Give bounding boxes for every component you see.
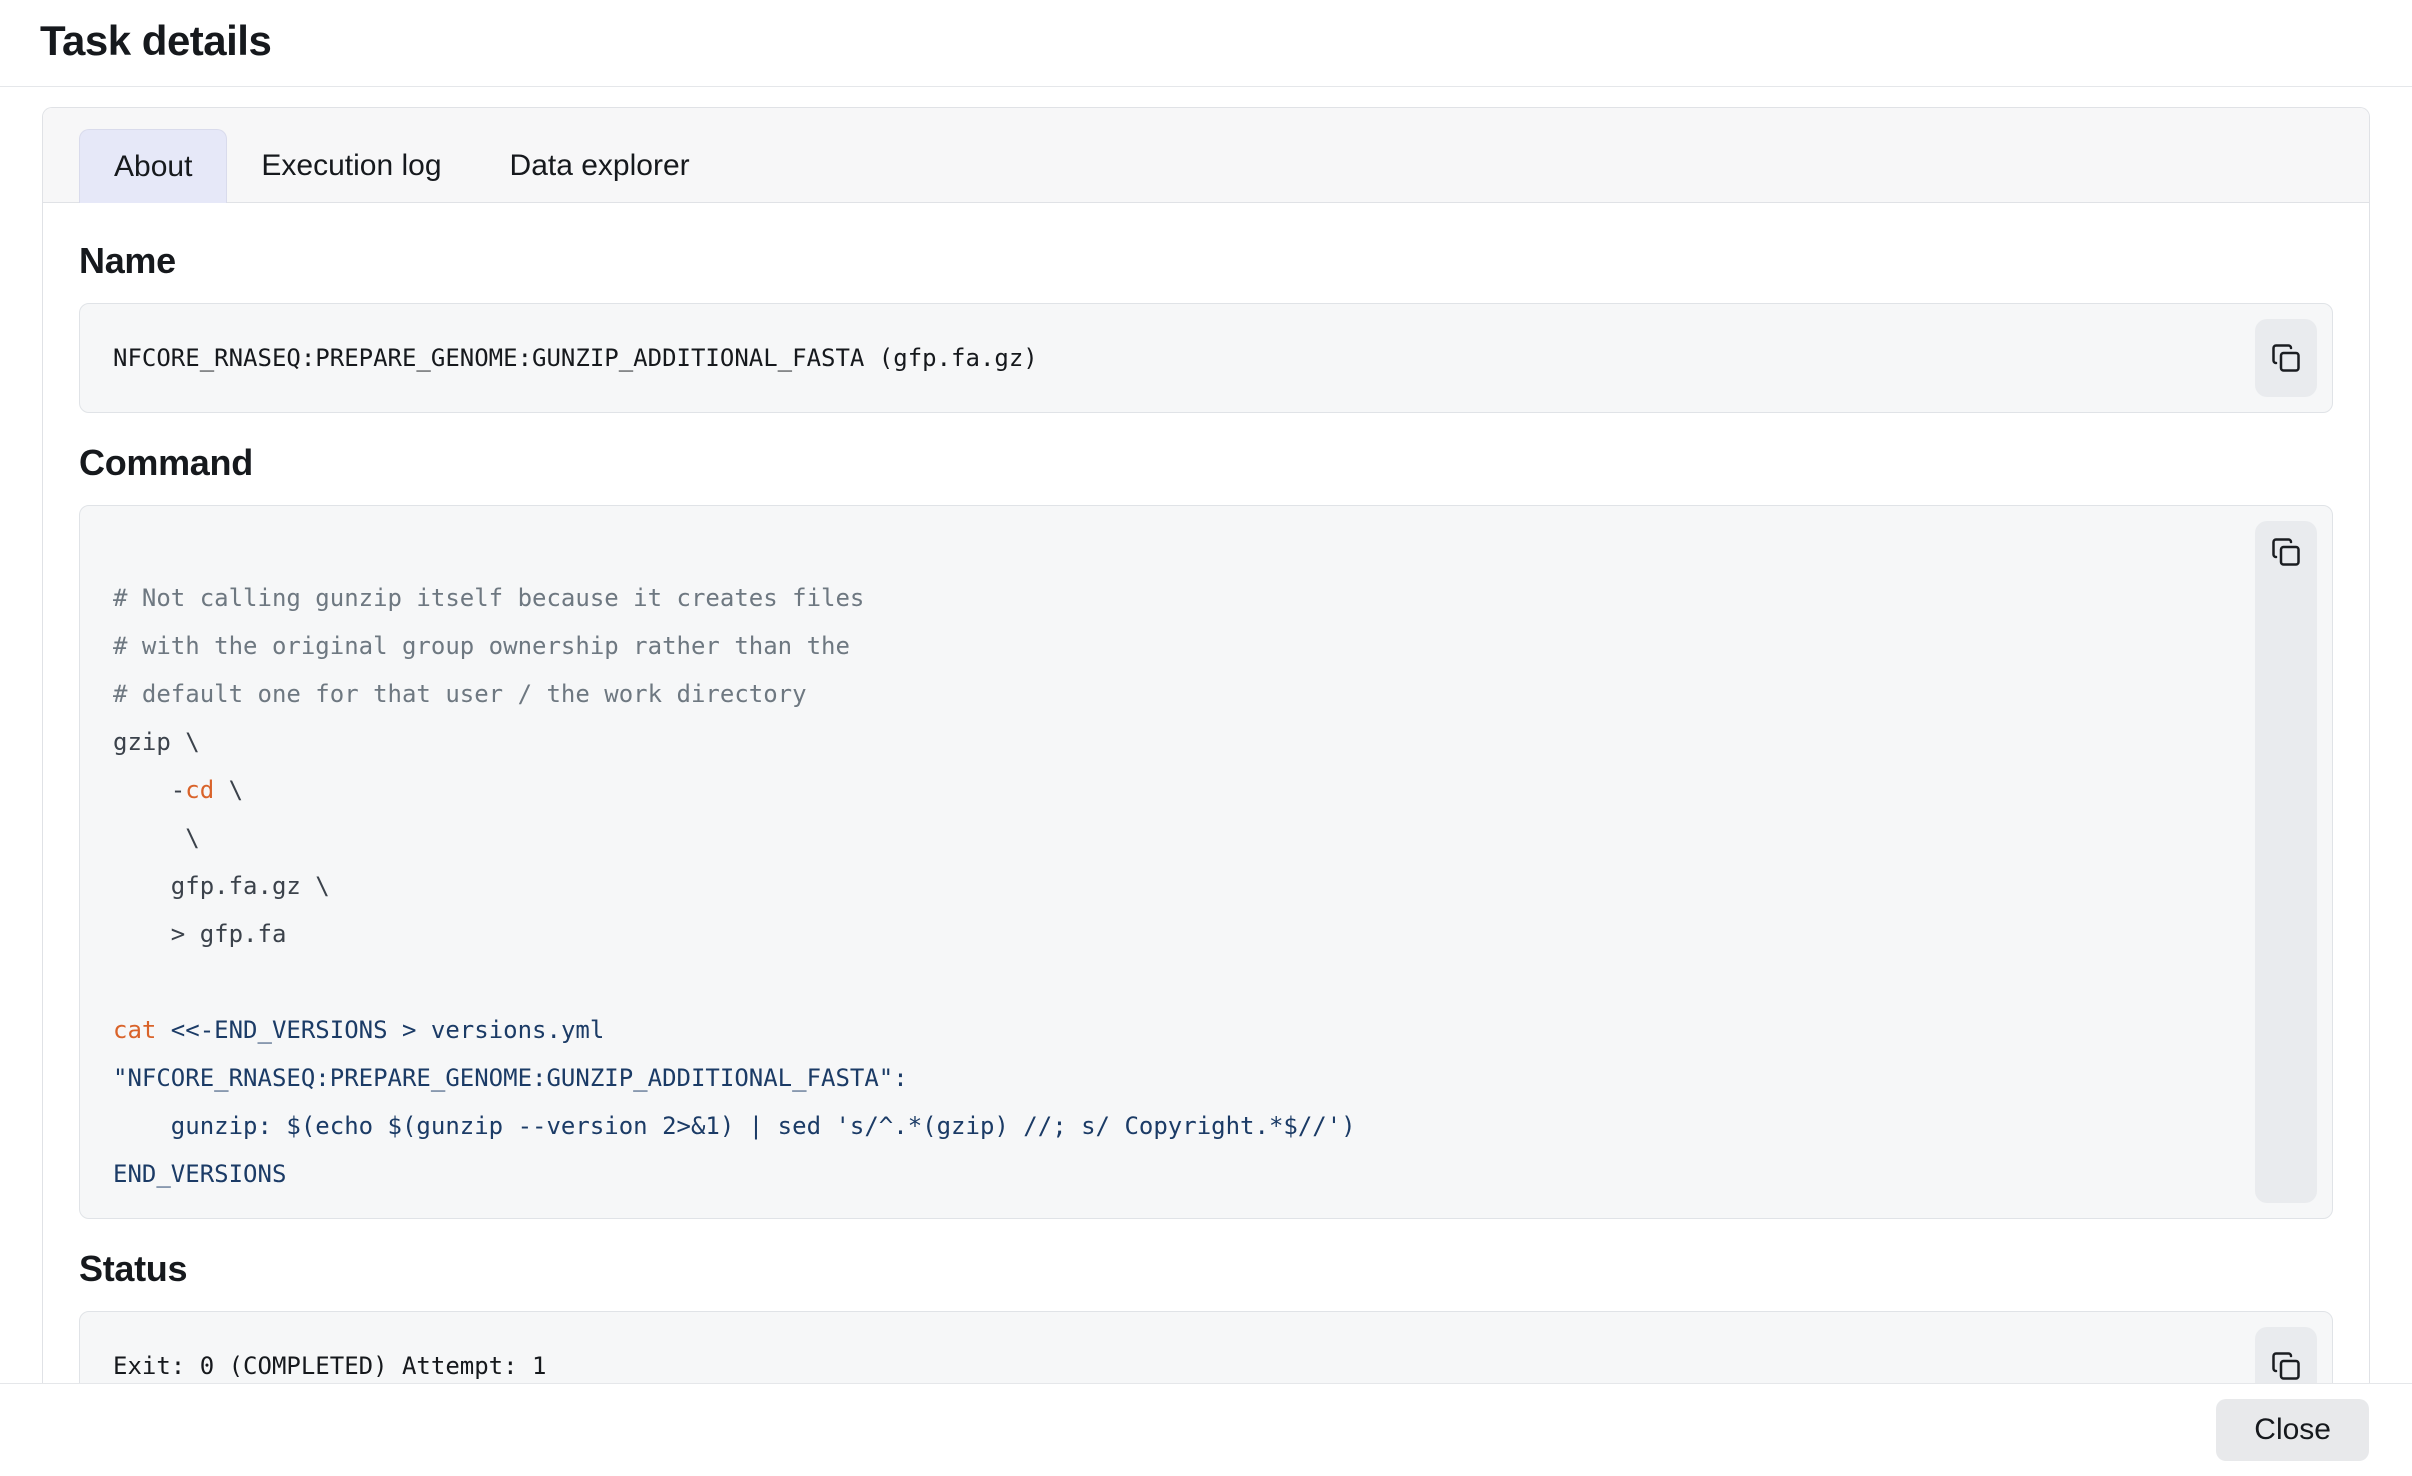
command-code-line <box>113 958 2202 1006</box>
command-code-line: "NFCORE_RNASEQ:PREPARE_GENOME:GUNZIP_ADD… <box>113 1054 2202 1102</box>
command-code-line: gzip \ <box>113 718 2202 766</box>
command-code-line: -cd \ <box>113 766 2202 814</box>
command-scrollbar[interactable] <box>2255 521 2317 1203</box>
name-section-heading: Name <box>79 239 2333 283</box>
copy-icon <box>2271 537 2301 567</box>
tab-about[interactable]: About <box>79 129 227 203</box>
command-code-line: # Not calling gunzip itself because it c… <box>113 574 2202 622</box>
status-box: Exit: 0 (COMPLETED) Attempt: 1 <box>79 1311 2333 1383</box>
command-code-line: gunzip: $(echo $(gunzip --version 2>&1) … <box>113 1102 2202 1150</box>
name-box: NFCORE_RNASEQ:PREPARE_GENOME:GUNZIP_ADDI… <box>79 303 2333 413</box>
copy-status-button[interactable] <box>2271 1351 2301 1381</box>
command-section-heading: Command <box>79 441 2333 485</box>
status-section-heading: Status <box>79 1247 2333 1291</box>
command-code-line: gfp.fa.gz \ <box>113 862 2202 910</box>
name-copy-area <box>2255 319 2317 397</box>
tab-execution-log[interactable]: Execution log <box>227 129 475 203</box>
command-code: # Not calling gunzip itself because it c… <box>113 526 2202 1198</box>
command-code-line: > gfp.fa <box>113 910 2202 958</box>
modal-header: Task details <box>0 0 2412 87</box>
status-copy-area <box>2255 1327 2317 1383</box>
command-box: # Not calling gunzip itself because it c… <box>79 505 2333 1219</box>
tab-strip: AboutExecution logData explorer <box>43 108 2369 203</box>
page-title: Task details <box>40 17 2372 65</box>
tab-panel: AboutExecution logData explorer Name NFC… <box>42 107 2370 1383</box>
tab-panel-content: Name NFCORE_RNASEQ:PREPARE_GENOME:GUNZIP… <box>43 203 2369 1383</box>
modal-footer: Close <box>0 1383 2412 1476</box>
name-value: NFCORE_RNASEQ:PREPARE_GENOME:GUNZIP_ADDI… <box>113 344 1038 372</box>
close-button[interactable]: Close <box>2216 1399 2369 1461</box>
copy-icon <box>2271 343 2301 373</box>
modal-body: AboutExecution logData explorer Name NFC… <box>0 87 2412 1383</box>
copy-command-button[interactable] <box>2271 537 2301 567</box>
tab-data-explorer[interactable]: Data explorer <box>476 129 724 203</box>
command-code-line: \ <box>113 814 2202 862</box>
status-value: Exit: 0 (COMPLETED) Attempt: 1 <box>113 1352 546 1380</box>
copy-name-button[interactable] <box>2271 343 2301 373</box>
command-code-line: # with the original group ownership rath… <box>113 622 2202 670</box>
command-code-line: cat <<-END_VERSIONS > versions.yml <box>113 1006 2202 1054</box>
command-code-line: END_VERSIONS <box>113 1150 2202 1198</box>
command-code-line: # default one for that user / the work d… <box>113 670 2202 718</box>
command-code-line <box>113 526 2202 574</box>
copy-icon <box>2271 1351 2301 1381</box>
